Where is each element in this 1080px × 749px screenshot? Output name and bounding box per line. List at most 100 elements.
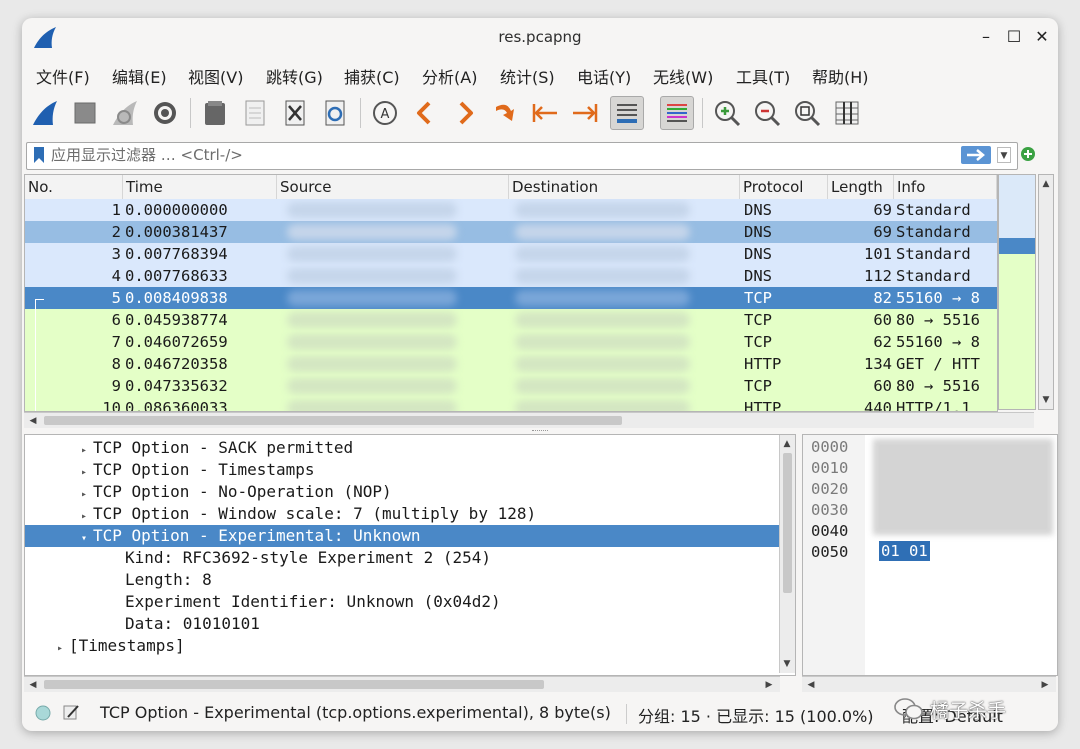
cell-destination-redacted — [515, 356, 690, 372]
watermark: 橘子杀手 — [894, 692, 1044, 726]
byte-offset: 0040 — [811, 522, 849, 540]
table-row-selected[interactable]: 5 0.008409838 TCP 82 55160 → 8 — [25, 287, 997, 309]
display-filter-input[interactable] — [51, 143, 951, 167]
detail-item-kind[interactable]: Kind: RFC3692-style Experiment 2 (254) — [25, 547, 795, 569]
details-vscroll[interactable]: ▲ ▼ — [779, 435, 795, 673]
scroll-left-icon[interactable]: ◀ — [26, 678, 40, 692]
scroll-left-icon[interactable]: ◀ — [26, 414, 40, 428]
restart-fin-icon[interactable] — [108, 96, 142, 130]
svg-text:A: A — [381, 107, 390, 122]
cell-time: 0.086360033 — [125, 399, 228, 412]
reload-file-icon[interactable] — [318, 96, 352, 130]
scroll-down-icon[interactable]: ▼ — [780, 657, 794, 671]
edit-comment-icon[interactable] — [62, 703, 80, 721]
cell-time: 0.046720358 — [125, 355, 228, 373]
scroll-up-icon[interactable]: ▲ — [1039, 177, 1053, 191]
table-row[interactable]: 6 0.045938774 TCP 60 80 → 5516 — [25, 309, 997, 331]
stop-square-icon[interactable] — [68, 96, 102, 130]
menu-wireless[interactable]: 无线(W) — [653, 64, 713, 88]
table-row[interactable]: 4 0.007768633 DNS 112 Standard — [25, 265, 997, 287]
cell-time: 0.047335632 — [125, 377, 228, 395]
packet-list-hscroll[interactable]: ◀ — [24, 412, 1034, 428]
menu-telephony[interactable]: 电话(Y) — [577, 64, 631, 88]
detail-item-length[interactable]: Length: 8 — [25, 569, 795, 591]
minimize-button[interactable]: – — [972, 24, 1000, 50]
zoom-out-icon[interactable] — [750, 96, 784, 130]
column-header-protocol[interactable]: Protocol — [740, 175, 828, 199]
cell-length: 112 — [864, 267, 892, 285]
menu-edit[interactable]: 编辑(E) — [112, 64, 167, 88]
column-header-no[interactable]: No. — [25, 175, 123, 199]
expand-triangle-icon[interactable]: ▸ — [57, 638, 69, 660]
go-to-packet-icon[interactable] — [488, 96, 522, 130]
normal-size-icon[interactable] — [790, 96, 824, 130]
selected-bytes[interactable]: 01 01 — [879, 541, 930, 561]
table-row[interactable]: 8 0.046720358 HTTP 134 GET / HTT — [25, 353, 997, 375]
shark-fin-start-icon[interactable] — [28, 96, 62, 130]
next-packet-icon[interactable] — [448, 96, 482, 130]
menu-help[interactable]: 帮助(H) — [812, 64, 869, 88]
add-filter-button[interactable] — [1020, 146, 1036, 162]
capture-options-gear-icon[interactable] — [148, 96, 182, 130]
previous-packet-icon[interactable] — [408, 96, 442, 130]
details-hscroll-thumb[interactable] — [44, 680, 544, 689]
colorize-icon[interactable] — [660, 96, 694, 130]
column-header-destination[interactable]: Destination — [509, 175, 740, 199]
details-hscroll[interactable]: ◀ ▶ — [24, 676, 780, 692]
menu-analyze[interactable]: 分析(A) — [422, 64, 477, 88]
find-packet-icon[interactable]: A — [368, 96, 402, 130]
detail-item-timestamps-option[interactable]: ▸ TCP Option - Timestamps — [25, 459, 795, 481]
menu-file[interactable]: 文件(F) — [36, 64, 90, 88]
scroll-down-icon[interactable]: ▼ — [1039, 393, 1053, 407]
menu-view[interactable]: 视图(V) — [188, 64, 243, 88]
scroll-right-icon[interactable]: ▶ — [762, 678, 776, 692]
table-row[interactable]: 9 0.047335632 TCP 60 80 → 5516 — [25, 375, 997, 397]
scroll-up-icon[interactable]: ▲ — [780, 437, 794, 451]
cell-length: 62 — [873, 333, 892, 351]
expert-info-icon[interactable] — [34, 704, 52, 722]
open-file-icon[interactable] — [198, 96, 232, 130]
cell-length: 101 — [864, 245, 892, 263]
detail-item-timestamps[interactable]: ▸ [Timestamps] — [25, 635, 795, 660]
detail-item-experimental-selected[interactable]: ▾ TCP Option - Experimental: Unknown — [25, 525, 795, 547]
packet-list-vscroll[interactable]: ▲ ▼ — [1038, 174, 1054, 410]
detail-item-sack-permitted[interactable]: ▸ TCP Option - SACK permitted — [25, 437, 795, 459]
table-row[interactable]: 7 0.046072659 TCP 62 55160 → 8 — [25, 331, 997, 353]
menu-tools[interactable]: 工具(T) — [736, 64, 790, 88]
table-row[interactable]: 10 0.086360033 HTTP 440 HTTP/1.1 — [25, 397, 997, 412]
close-file-icon[interactable] — [278, 96, 312, 130]
detail-item-window-scale[interactable]: ▸ TCP Option - Window scale: 7 (multiply … — [25, 503, 795, 525]
column-header-info[interactable]: Info — [894, 175, 997, 199]
scroll-left-icon[interactable]: ◀ — [804, 678, 818, 692]
zoom-in-icon[interactable] — [710, 96, 744, 130]
column-header-time[interactable]: Time — [123, 175, 277, 199]
column-header-length[interactable]: Length — [828, 175, 894, 199]
last-packet-icon[interactable] — [568, 96, 602, 130]
menu-capture[interactable]: 捕获(C) — [344, 64, 400, 88]
table-row[interactable]: 3 0.007768394 DNS 101 Standard — [25, 243, 997, 265]
auto-scroll-icon[interactable] — [610, 96, 644, 130]
redacted-bytes — [873, 439, 1053, 535]
save-file-icon[interactable] — [238, 96, 272, 130]
maximize-button[interactable]: ☐ — [1000, 24, 1028, 50]
bookmark-icon[interactable] — [32, 146, 46, 164]
table-row[interactable]: 1 0.000000000 DNS 69 Standard — [25, 199, 997, 221]
bytes-hscroll[interactable]: ◀ ▶ — [802, 676, 1056, 692]
details-vscroll-thumb[interactable] — [783, 453, 792, 593]
column-header-source[interactable]: Source — [277, 175, 509, 199]
title-bar: res.pcapng – ☐ ✕ — [22, 18, 1058, 58]
scroll-right-icon[interactable]: ▶ — [1038, 678, 1052, 692]
detail-item-data[interactable]: Data: 01010101 — [25, 613, 795, 635]
apply-filter-button[interactable] — [961, 146, 991, 164]
packet-minimap[interactable] — [998, 174, 1036, 410]
detail-item-experiment-id[interactable]: Experiment Identifier: Unknown (0x04d2) — [25, 591, 795, 613]
hscroll-thumb[interactable] — [44, 416, 622, 425]
table-row[interactable]: 2 0.000381437 DNS 69 Standard — [25, 221, 997, 243]
filter-history-dropdown[interactable]: ▼ — [997, 147, 1011, 163]
detail-item-nop[interactable]: ▸ TCP Option - No-Operation (NOP) — [25, 481, 795, 503]
menu-statistics[interactable]: 统计(S) — [500, 64, 555, 88]
resize-columns-icon[interactable] — [830, 96, 864, 130]
close-button[interactable]: ✕ — [1028, 24, 1056, 50]
menu-go[interactable]: 跳转(G) — [266, 64, 323, 88]
first-packet-icon[interactable] — [528, 96, 562, 130]
